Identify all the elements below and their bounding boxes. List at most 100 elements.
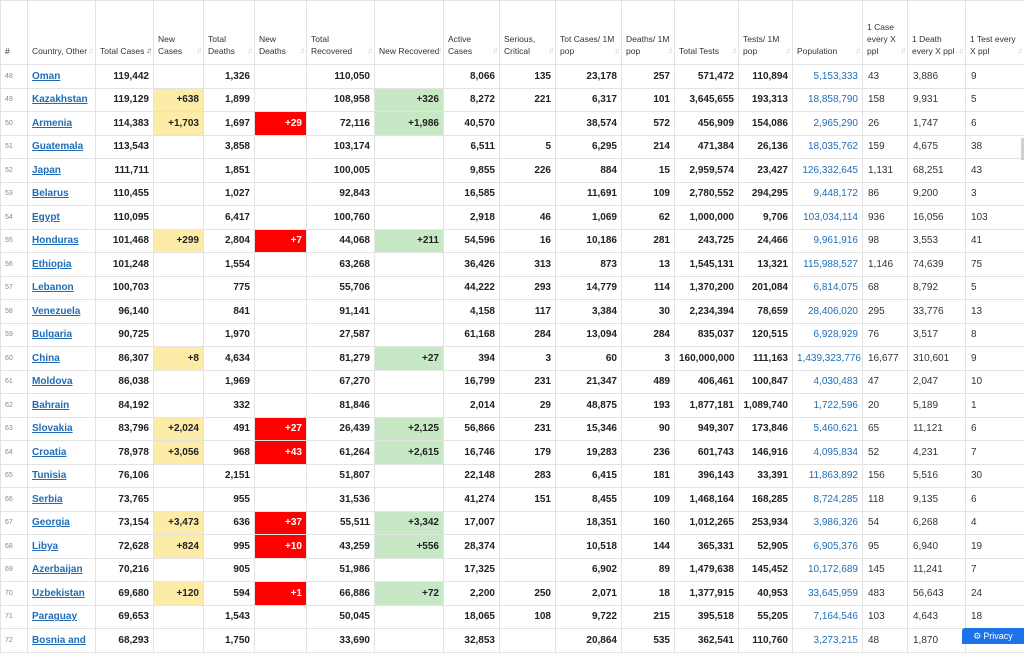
country-link[interactable]: Venezuela <box>32 306 80 317</box>
column-header-country[interactable]: Country, Other↓↑ <box>28 1 96 65</box>
country-link[interactable]: Bosnia and <box>32 635 86 646</box>
column-header-serious[interactable]: Serious, Critical↓↑ <box>500 1 556 65</box>
cell-total-tests: 362,541 <box>675 629 739 653</box>
cell-country[interactable]: Guatemala <box>28 135 96 159</box>
column-header-test-every[interactable]: 1 Test every X ppl↓↑ <box>966 1 1024 65</box>
country-link[interactable]: Ethiopia <box>32 259 71 270</box>
country-link[interactable]: Bulgaria <box>32 329 72 340</box>
cell-test-every: 10 <box>966 370 1024 394</box>
column-header-deaths-1m[interactable]: Deaths/ 1M pop↓↑ <box>622 1 675 65</box>
column-header-total-cases[interactable]: Total Cases↓↑ <box>96 1 154 65</box>
cell-total-cases: 101,248 <box>96 253 154 277</box>
cell-total-deaths: 1,027 <box>204 182 255 206</box>
country-link[interactable]: Georgia <box>32 517 70 528</box>
column-header-cases-1m[interactable]: Tot Cases/ 1M pop↓↑ <box>556 1 622 65</box>
cell-country[interactable]: Slovakia <box>28 417 96 441</box>
cell-country[interactable]: Azerbaijan <box>28 558 96 582</box>
cell-country[interactable]: Armenia <box>28 112 96 136</box>
cell-country[interactable]: Kazakhstan <box>28 88 96 112</box>
cell-total-deaths: 841 <box>204 300 255 324</box>
column-header-label: New Deaths <box>259 33 303 57</box>
cell-population: 9,448,172 <box>793 182 863 206</box>
column-header-new-deaths[interactable]: New Deaths↓↑ <box>255 1 307 65</box>
cell-new-deaths <box>255 253 307 277</box>
cell-country[interactable]: Venezuela <box>28 300 96 324</box>
cell-deaths-1m: 215 <box>622 605 675 629</box>
country-link[interactable]: Paraguay <box>32 611 77 622</box>
cell-country[interactable]: Tunisia <box>28 464 96 488</box>
privacy-button[interactable]: ⚙Privacy <box>962 628 1024 644</box>
cell-country[interactable]: Lebanon <box>28 276 96 300</box>
cell-idx: 52 <box>1 159 28 183</box>
country-link[interactable]: Kazakhstan <box>32 94 88 105</box>
cell-country[interactable]: Ethiopia <box>28 253 96 277</box>
country-link[interactable]: Uzbekistan <box>32 588 85 599</box>
cell-country[interactable]: Japan <box>28 159 96 183</box>
cell-country[interactable]: Egypt <box>28 206 96 230</box>
table-row: 65Tunisia76,1062,15151,80722,1482836,415… <box>1 464 1024 488</box>
cell-country[interactable]: Serbia <box>28 488 96 512</box>
country-link[interactable]: Serbia <box>32 494 63 505</box>
column-header-total-recovered[interactable]: Total Recovered↓↑ <box>307 1 375 65</box>
cell-serious: 226 <box>500 159 556 183</box>
cell-country[interactable]: Georgia <box>28 511 96 535</box>
cell-active-cases: 40,570 <box>444 112 500 136</box>
country-link[interactable]: Tunisia <box>32 470 66 481</box>
cell-new-deaths <box>255 370 307 394</box>
cell-active-cases: 36,426 <box>444 253 500 277</box>
cell-country[interactable]: China <box>28 347 96 371</box>
cell-death-every: 5,516 <box>908 464 966 488</box>
column-header-active-cases[interactable]: Active Cases↓↑ <box>444 1 500 65</box>
country-link[interactable]: Guatemala <box>32 141 83 152</box>
country-link[interactable]: Egypt <box>32 212 60 223</box>
column-header-total-deaths[interactable]: Total Deaths↓↑ <box>204 1 255 65</box>
country-link[interactable]: Moldova <box>32 376 73 387</box>
sort-arrows-icon: ↓↑ <box>299 45 303 57</box>
country-link[interactable]: Azerbaijan <box>32 564 83 575</box>
cell-total-cases: 119,442 <box>96 65 154 89</box>
column-header-idx[interactable]: # <box>1 1 28 65</box>
country-link[interactable]: Slovakia <box>32 423 73 434</box>
cell-country[interactable]: Belarus <box>28 182 96 206</box>
column-header-tests-1m[interactable]: Tests/ 1M pop↓↑ <box>739 1 793 65</box>
column-header-label: Population <box>797 45 859 57</box>
country-link[interactable]: Croatia <box>32 447 66 458</box>
country-link[interactable]: Lebanon <box>32 282 74 293</box>
cell-new-deaths <box>255 558 307 582</box>
column-header-death-every[interactable]: 1 Death every X ppl↓↑ <box>908 1 966 65</box>
country-link[interactable]: Japan <box>32 165 61 176</box>
cell-serious <box>500 511 556 535</box>
cell-new-recovered <box>375 182 444 206</box>
cell-country[interactable]: Croatia <box>28 441 96 465</box>
country-link[interactable]: Bahrain <box>32 400 69 411</box>
cell-new-cases <box>154 370 204 394</box>
cell-country[interactable]: Libya <box>28 535 96 559</box>
cell-country[interactable]: Bulgaria <box>28 323 96 347</box>
country-link[interactable]: Oman <box>32 71 60 82</box>
cell-idx: 51 <box>1 135 28 159</box>
cell-total-cases: 78,978 <box>96 441 154 465</box>
country-link[interactable]: China <box>32 353 60 364</box>
cell-country[interactable]: Paraguay <box>28 605 96 629</box>
column-header-population[interactable]: Population↓↑ <box>793 1 863 65</box>
column-header-total-tests[interactable]: Total Tests↓↑ <box>675 1 739 65</box>
country-link[interactable]: Belarus <box>32 188 69 199</box>
country-link[interactable]: Honduras <box>32 235 79 246</box>
cell-cases-1m: 23,178 <box>556 65 622 89</box>
cell-country[interactable]: Moldova <box>28 370 96 394</box>
cell-country[interactable]: Uzbekistan <box>28 582 96 606</box>
country-link[interactable]: Libya <box>32 541 58 552</box>
cell-country[interactable]: Oman <box>28 65 96 89</box>
cell-death-every: 56,643 <box>908 582 966 606</box>
cell-total-recovered: 63,268 <box>307 253 375 277</box>
cell-tests-1m: 201,084 <box>739 276 793 300</box>
cell-country[interactable]: Honduras <box>28 229 96 253</box>
country-link[interactable]: Armenia <box>32 118 72 129</box>
cell-deaths-1m: 489 <box>622 370 675 394</box>
column-header-new-cases[interactable]: New Cases↓↑ <box>154 1 204 65</box>
cell-country[interactable]: Bosnia and <box>28 629 96 653</box>
cell-new-cases <box>154 629 204 653</box>
cell-country[interactable]: Bahrain <box>28 394 96 418</box>
column-header-new-recovered[interactable]: New Recovered↓↑ <box>375 1 444 65</box>
column-header-case-every[interactable]: 1 Case every X ppl↓↑ <box>863 1 908 65</box>
